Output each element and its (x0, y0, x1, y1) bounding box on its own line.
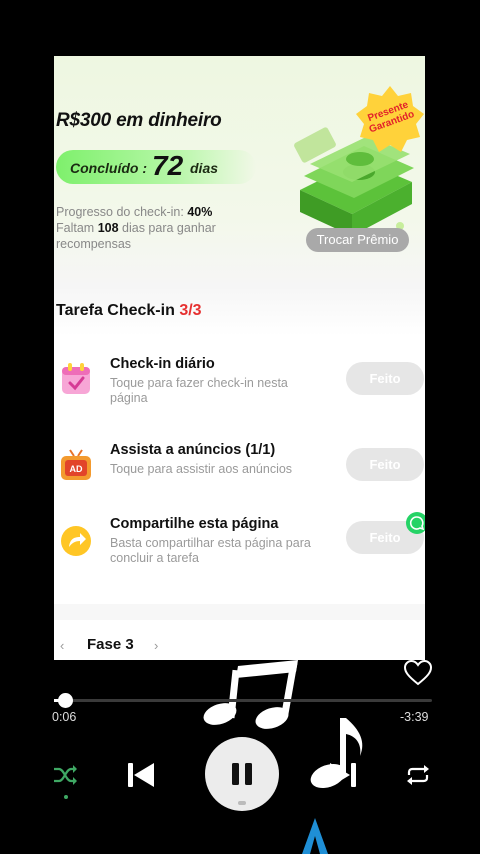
seek-bar-handle[interactable] (57, 693, 73, 708)
remaining-prefix: Faltam (56, 221, 95, 235)
phase-prev-icon[interactable]: ‹ (60, 638, 64, 653)
task-title: Assista a anúncios (1/1) (110, 442, 276, 458)
ad-tv-icon: AD (61, 449, 91, 480)
task-share-page: Compartilhe esta página Basta compartilh… (54, 516, 425, 576)
completed-days-value: 72 (152, 150, 184, 181)
task-subtitle: Toque para assistir aos anúncios (110, 462, 293, 476)
whatsapp-icon[interactable] (406, 512, 425, 534)
svg-text:AD: AD (70, 464, 83, 474)
heart-icon[interactable] (404, 660, 432, 686)
pause-button[interactable] (205, 737, 279, 811)
tasks-title-text: Tarefa Check-in (56, 302, 175, 319)
completed-days-unit: dias (190, 160, 219, 176)
task-title: Compartilhe esta página (110, 516, 279, 532)
task-daily-checkin: Check-in diário Toque para fazer check-i… (54, 356, 425, 416)
reward-title: R$300 em dinheiro (56, 110, 222, 131)
pause-icon (232, 763, 252, 785)
completed-label: Concluído : (70, 160, 147, 176)
calendar-icon (62, 363, 90, 394)
sparkle-decoration-icon (302, 818, 328, 854)
shuffle-icon[interactable] (52, 764, 78, 786)
task-subtitle: Basta compartilhar esta página para conc… (110, 536, 311, 565)
phase-next-icon[interactable]: › (154, 638, 158, 653)
progress-text: Progresso do check-in: 40% Faltam 108 di… (56, 204, 256, 252)
remaining-time: -3:39 (400, 710, 429, 724)
task-done-button[interactable]: Feito (346, 448, 424, 481)
phase-label: Fase 3 (87, 636, 134, 653)
embedded-reward-page: R$300 em dinheiro Concluído : 72 dias Pr… (54, 56, 425, 660)
screen: R$300 em dinheiro Concluído : 72 dias Pr… (0, 0, 480, 854)
previous-icon[interactable] (126, 760, 156, 790)
task-subtitle: Toque para fazer check-in nesta página (110, 376, 288, 405)
elapsed-time: 0:06 (52, 710, 77, 724)
next-icon[interactable] (328, 760, 358, 790)
task-watch-ads: AD Assista a anúncios (1/1) Toque para a… (54, 442, 425, 502)
checkin-tasks-title: Tarefa Check-in 3/3 (56, 302, 202, 320)
completed-days-pill: Concluído : 72 dias (56, 150, 256, 184)
remaining-days: 108 (97, 221, 119, 235)
phase-bar: ‹ Fase 3 › (54, 604, 425, 660)
pause-button-indicator (238, 801, 246, 805)
exchange-prize-button[interactable]: Trocar Prêmio (306, 228, 409, 252)
tasks-count: 3/3 (179, 302, 202, 319)
task-title: Check-in diário (110, 356, 215, 372)
music-note-icon (203, 660, 298, 729)
progress-value: 40% (187, 205, 213, 219)
seek-bar[interactable] (66, 699, 432, 702)
share-icon (61, 526, 91, 556)
shuffle-active-dot (64, 795, 68, 799)
progress-prefix: Progresso do check-in: (56, 205, 184, 219)
task-done-button[interactable]: Feito (346, 362, 424, 395)
repeat-icon[interactable] (405, 764, 431, 786)
